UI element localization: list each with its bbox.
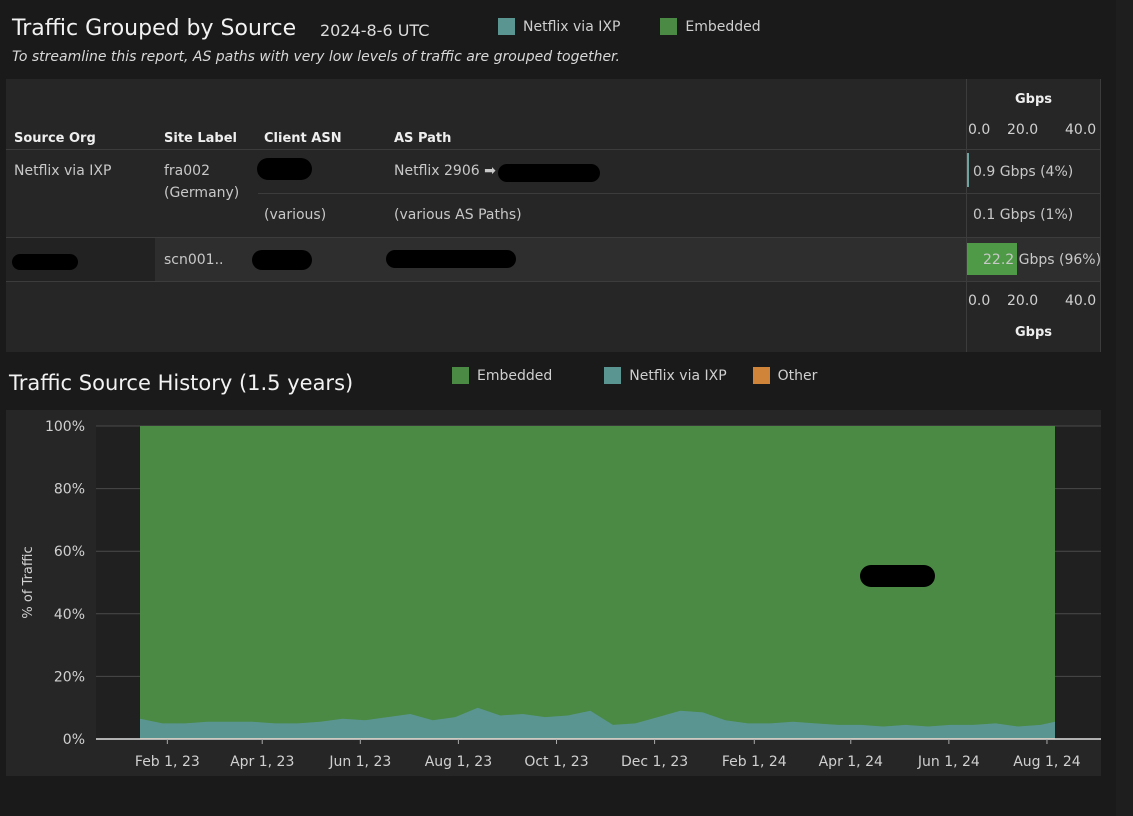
legend-swatch: [660, 18, 678, 35]
divider: [258, 193, 1101, 194]
legend-label: Netflix via IXP: [523, 18, 621, 35]
legend-label: Embedded: [477, 367, 553, 384]
row3-site-label[interactable]: scn001..: [164, 249, 224, 271]
y-axis-label: % of Traffic: [21, 546, 36, 618]
divider: [6, 281, 1101, 282]
legend-swatch: [498, 18, 515, 35]
legend-swatch: [604, 367, 622, 384]
x-tick-label: Apr 1, 24: [819, 754, 883, 770]
row2-gbps-label: 0.1 Gbps (1%): [973, 207, 1074, 223]
col-client-asn[interactable]: Client ASN: [264, 131, 342, 146]
y-tick-label: 0%: [63, 732, 85, 748]
gbps-axis-title-top: Gbps: [1015, 92, 1053, 107]
top-legend: Netflix via IXP Embedded: [498, 18, 761, 35]
legend-label: Netflix via IXP: [629, 367, 727, 384]
page-title: Traffic Grouped by Source: [12, 16, 297, 41]
row3-gbps-label: 22.2 Gbps (96%): [983, 252, 1102, 268]
y-tick-label: 40%: [54, 607, 85, 623]
gbps-tick: 40.0: [1065, 293, 1097, 309]
row2-client-asn[interactable]: (various): [264, 204, 326, 226]
gbps-tick: 40.0: [1065, 122, 1097, 138]
history-chart[interactable]: 0% 20% 40% 60% 80% 100% Feb 1, 23 Apr 1, 23 Jun …: [6, 410, 1101, 776]
row1-site-label[interactable]: fra002 (Germany): [164, 160, 254, 204]
history-title: Traffic Source History (1.5 years): [9, 371, 354, 395]
col-as-path[interactable]: AS Path: [394, 131, 451, 146]
page-subtitle: To streamline this report, AS paths with…: [12, 49, 620, 65]
legend-swatch: [752, 367, 770, 384]
x-tick-label: Dec 1, 23: [621, 754, 688, 770]
row1-gbps-label: 0.9 Gbps (4%): [973, 164, 1074, 180]
legend-label: Embedded: [685, 18, 761, 35]
col-site-label[interactable]: Site Label: [164, 131, 237, 146]
row2-as-path[interactable]: (various AS Paths): [394, 204, 522, 226]
row1-source-org[interactable]: Netflix via IXP: [14, 160, 111, 182]
y-tick-label: 100%: [45, 419, 85, 435]
y-tick-label: 60%: [54, 544, 85, 560]
redaction-mark: [12, 254, 78, 270]
col-source-org[interactable]: Source Org: [14, 131, 96, 146]
history-legend: Embedded Netflix via IXP Other: [452, 367, 817, 384]
x-tick-label: Jun 1, 23: [328, 754, 391, 770]
row1-as-path[interactable]: Netflix 2906 ➡: [394, 160, 496, 182]
x-tick-label: Apr 1, 23: [230, 754, 294, 770]
redaction-mark: [386, 250, 516, 268]
source-table: [6, 79, 1101, 352]
legend-label: Other: [777, 367, 818, 384]
legend-item-other[interactable]: Other: [752, 367, 818, 384]
legend-item-embedded[interactable]: Embedded: [660, 18, 761, 35]
y-tick-label: 20%: [54, 669, 85, 685]
legend-item-netflix-ixp[interactable]: Netflix via IXP: [604, 367, 727, 384]
gbps-axis-title-bottom: Gbps: [1015, 325, 1053, 340]
divider: [1100, 79, 1101, 352]
redaction-mark: [257, 158, 312, 180]
redaction-mark: [252, 250, 312, 270]
redaction-mark: [860, 565, 935, 587]
x-tick-label: Feb 1, 24: [722, 754, 787, 770]
scroll-track[interactable]: [1116, 0, 1133, 816]
x-tick-label: Oct 1, 23: [524, 754, 588, 770]
legend-item-netflix-ixp[interactable]: Netflix via IXP: [498, 18, 620, 35]
row1-gbps-bar[interactable]: [967, 153, 969, 187]
report-date: 2024-8-6 UTC: [320, 21, 430, 40]
redaction-mark: [498, 164, 600, 182]
gbps-tick: 20.0: [1007, 293, 1039, 309]
divider: [966, 79, 967, 352]
gbps-tick: 20.0: [1007, 122, 1039, 138]
gbps-tick: 0.0: [968, 122, 991, 138]
legend-swatch: [452, 367, 469, 384]
x-tick-label: Feb 1, 23: [135, 754, 200, 770]
divider: [6, 149, 1101, 150]
legend-item-embedded[interactable]: Embedded: [452, 367, 552, 384]
x-tick-label: Jun 1, 24: [917, 754, 980, 770]
gbps-tick: 0.0: [968, 293, 991, 309]
y-tick-label: 80%: [54, 482, 85, 498]
x-tick-label: Aug 1, 24: [1013, 754, 1081, 770]
x-tick-label: Aug 1, 23: [425, 754, 492, 770]
